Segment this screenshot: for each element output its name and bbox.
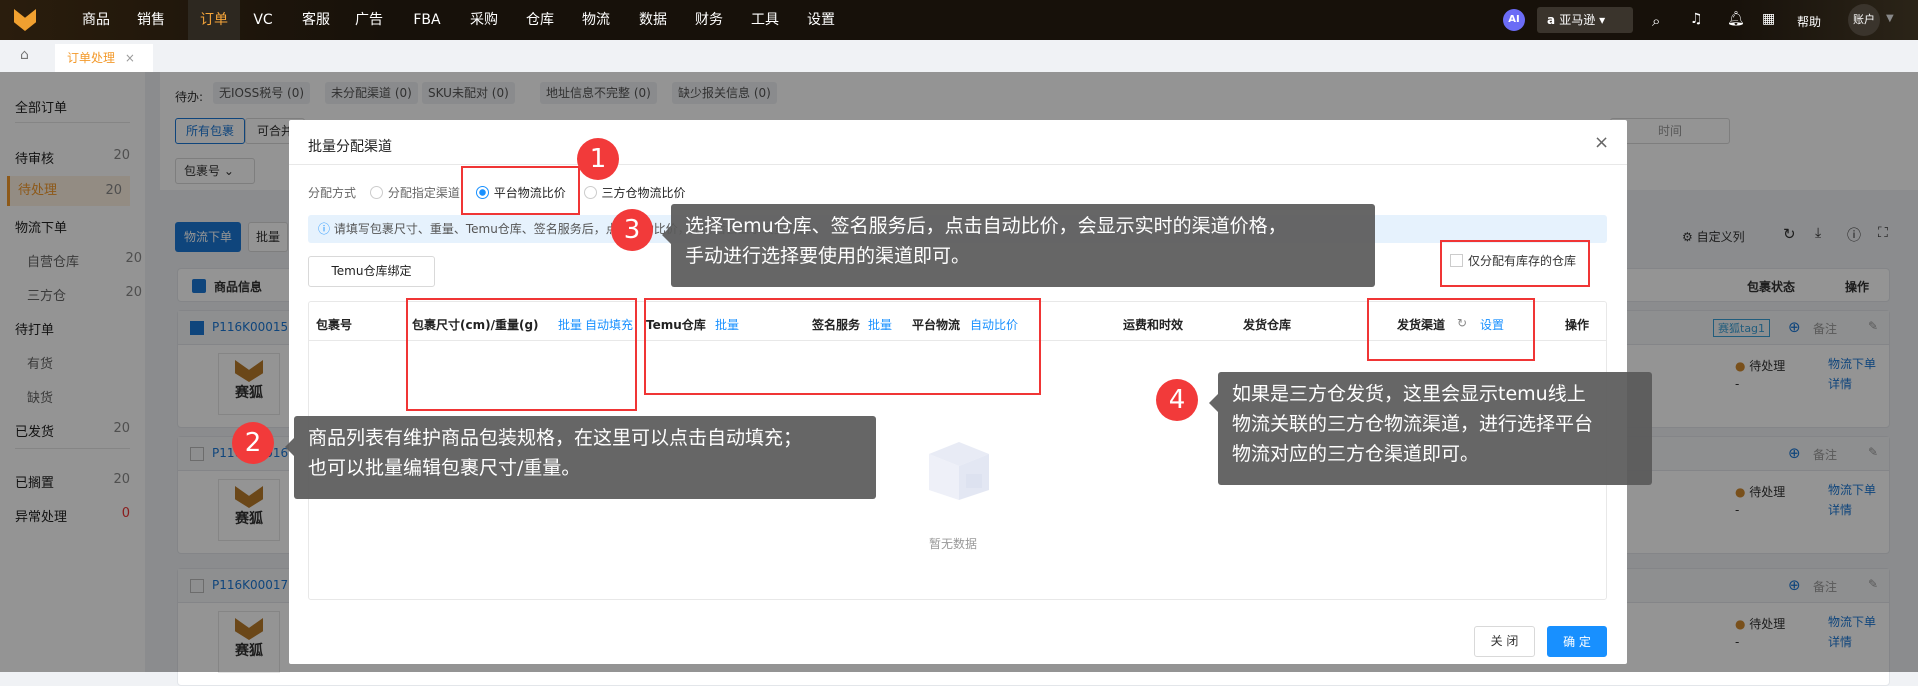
search-icon[interactable]: ⌕ [1652, 12, 1660, 30]
chevron-down-icon[interactable]: ▼ [1886, 13, 1894, 24]
tip-line: 手动进行选择要使用的渠道即可。 [685, 245, 971, 267]
nav-item[interactable]: 商品 [70, 0, 122, 40]
account-avatar[interactable]: 账户 [1848, 4, 1880, 36]
platform-selector[interactable]: a 亚马逊 ▾ [1537, 7, 1633, 33]
nav-item[interactable]: 财务 [683, 0, 735, 40]
col-operation: 操作 [1565, 318, 1590, 332]
nav-item[interactable]: VC [237, 0, 289, 40]
annotation-tip-3: 选择Temu仓库、签名服务后，点击自动比价，会显示实时的渠道价格， 手动进行选择要… [662, 204, 1375, 287]
confirm-button[interactable]: 确 定 [1547, 626, 1607, 657]
nav-item[interactable]: 销售 [125, 0, 177, 40]
radio-label: 三方仓物流比价 [601, 186, 686, 200]
nav-item[interactable]: 订单 [188, 0, 240, 40]
tip-line: 如果是三方仓发货，这里会显示temu线上 [1232, 383, 1586, 405]
radio-label: 分配指定渠道 [387, 186, 460, 200]
dialog-title: 批量分配渠道 [308, 139, 392, 155]
radio-3pl-compare[interactable]: 三方仓物流比价 [583, 186, 686, 200]
annotation-box-logistics-columns [644, 298, 1041, 395]
annotation-badge-2: 2 [232, 422, 274, 464]
home-icon[interactable]: ⌂ [20, 47, 29, 63]
close-button[interactable]: 关 闭 [1474, 626, 1535, 657]
nav-item[interactable]: 采购 [458, 0, 510, 40]
close-icon[interactable]: × [125, 51, 135, 65]
tip-line: 也可以批量编辑包裹尺寸/重量。 [308, 457, 581, 479]
annotation-box-only-stock [1440, 240, 1590, 287]
chevron-down-icon: ▾ [1595, 13, 1606, 27]
bell-icon[interactable]: 🔔︎ [1727, 11, 1745, 27]
tip-line: 选择Temu仓库、签名服务后，点击自动比价，会显示实时的渠道价格， [685, 215, 1287, 237]
nav-item[interactable]: 客服 [290, 0, 342, 40]
method-label: 分配方式 [308, 186, 357, 200]
annotation-box-size-column [406, 298, 637, 411]
radio-assign-channel[interactable]: 分配指定渠道 [369, 186, 460, 200]
annotation-box-platform-compare [461, 166, 580, 215]
nav-item[interactable]: 数据 [627, 0, 679, 40]
annotation-badge-3: 3 [611, 209, 653, 251]
empty-box-icon [921, 432, 997, 502]
nav-item[interactable]: 物流 [570, 0, 622, 40]
tip-line: 商品列表有维护商品包装规格，在这里可以点击自动填充； [308, 427, 803, 449]
nav-item[interactable]: 仓库 [514, 0, 566, 40]
annotation-badge-1: 1 [577, 138, 619, 180]
ai-button[interactable]: AI [1503, 9, 1525, 31]
apps-icon[interactable]: ▦ [1762, 11, 1775, 27]
platform-label: 亚马逊 [1559, 13, 1596, 27]
tip-line: 物流对应的三方仓渠道即可。 [1232, 443, 1480, 465]
nav-item[interactable]: 广告 [343, 0, 395, 40]
annotation-badge-4: 4 [1156, 379, 1198, 421]
annotation-tip-4: 如果是三方仓发货，这里会显示temu线上 物流关联的三方仓物流渠道，进行选择平台物… [1209, 372, 1652, 485]
top-nav: AI a 亚马逊 ▾ ⌕ ♫ 🔔︎ ▦ 帮助 账户 ▼ 商品 销售 订单 VC 客服 广告… [0, 0, 1918, 40]
tip-line: 物流关联的三方仓物流渠道，进行选择平台 [1232, 413, 1594, 435]
logo-icon[interactable] [14, 9, 36, 31]
temu-warehouse-bind-button[interactable]: Temu仓库绑定 [308, 256, 435, 287]
headset-icon[interactable]: ♫ [1690, 11, 1703, 27]
amazon-icon: a [1547, 13, 1560, 27]
nav-item[interactable]: FBA [401, 0, 453, 40]
nav-item[interactable]: 设置 [795, 0, 847, 40]
annotation-box-channel-column [1367, 298, 1535, 361]
empty-text: 暂无数据 [929, 537, 978, 551]
nav-item[interactable]: 工具 [739, 0, 791, 40]
annotation-tip-2: 商品列表有维护商品包装规格，在这里可以点击自动填充； 也可以批量编辑包裹尺寸/重量… [285, 416, 876, 499]
help-link[interactable]: 帮助 [1797, 13, 1821, 30]
close-icon[interactable]: × [1594, 132, 1609, 153]
info-icon: ⓘ [318, 222, 334, 236]
col-fee-time: 运费和时效 [1123, 318, 1184, 332]
col-package-no: 包裹号 [316, 318, 353, 332]
tab-bar: ⌂ 订单处理 × [0, 40, 1918, 72]
divider [289, 164, 1627, 165]
tab-order-processing[interactable]: 订单处理 × [55, 44, 153, 72]
col-ship-warehouse: 发货仓库 [1243, 318, 1292, 332]
tab-label: 订单处理 [67, 51, 116, 65]
